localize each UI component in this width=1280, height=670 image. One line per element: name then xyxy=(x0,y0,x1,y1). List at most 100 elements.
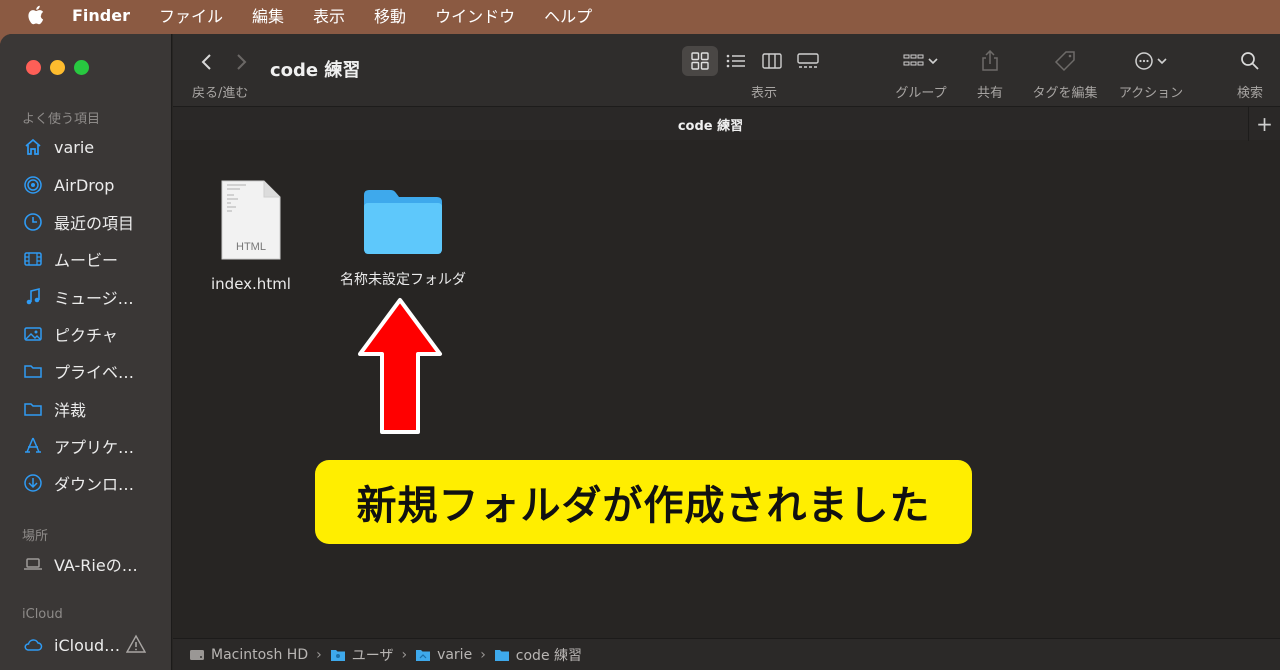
forward-button[interactable] xyxy=(229,50,253,74)
menu-window[interactable]: ウインドウ xyxy=(435,3,515,27)
download-icon xyxy=(22,472,44,494)
list-view-button[interactable] xyxy=(718,46,754,76)
file-item[interactable]: HTML index.html xyxy=(211,179,291,293)
sidebar-item-label: AirDrop xyxy=(54,175,115,195)
search-button[interactable] xyxy=(1239,46,1261,76)
share-label: 共有 xyxy=(976,86,1003,101)
path-label: Macintosh HD xyxy=(211,646,309,663)
search-label: 検索 xyxy=(1236,86,1263,101)
sidebar-item-label: アプリケ… xyxy=(54,438,135,457)
sidebar-item-private[interactable]: プライベ… xyxy=(22,356,162,386)
sidebar-item-music[interactable]: ミュージ… xyxy=(22,282,162,312)
apps-icon xyxy=(22,435,44,457)
sidebar-item-label: プライベ… xyxy=(54,363,135,382)
sidebar-item-varie[interactable]: varie xyxy=(22,132,162,162)
html-file-icon: HTML xyxy=(221,180,281,260)
sidebar-item-pictures[interactable]: ピクチャ xyxy=(22,319,162,349)
action-button[interactable] xyxy=(1132,46,1172,76)
column-view-button[interactable] xyxy=(754,46,790,76)
toolbar: 戻る/進む code 練習 表示 グループ 共有 タグを編集 アクション 検索 … xyxy=(173,34,1280,141)
share-button[interactable] xyxy=(979,46,1001,76)
menu-app-name[interactable]: Finder xyxy=(72,6,130,25)
sidebar-item-movies[interactable]: ムービー xyxy=(22,244,162,274)
path-item[interactable]: code 練習 xyxy=(494,645,582,665)
tag-button[interactable] xyxy=(1053,46,1077,76)
tab-current[interactable]: code 練習 xyxy=(173,115,1248,134)
apple-icon[interactable] xyxy=(26,4,48,26)
photo-icon xyxy=(22,323,44,345)
annotation-arrow-icon xyxy=(358,298,442,434)
sidebar-item-applications[interactable]: アプリケ… xyxy=(22,431,162,461)
folder-icon xyxy=(494,649,509,661)
new-tab-button[interactable]: + xyxy=(1248,107,1280,141)
path-separator: › xyxy=(401,646,408,663)
tag-label: タグを編集 xyxy=(1032,86,1098,101)
film-icon xyxy=(22,248,44,270)
sidebar-item-airdrop[interactable]: AirDrop xyxy=(22,170,162,200)
share-icon xyxy=(982,50,998,71)
path-item[interactable]: ユーザ xyxy=(330,645,394,665)
sidebar-item-label: iCloud… xyxy=(54,635,121,655)
back-button[interactable] xyxy=(195,50,219,74)
icon-view-button[interactable] xyxy=(682,46,718,76)
sidebar-item-label: 洋裁 xyxy=(54,401,87,420)
sidebar-section-icloud: iCloud xyxy=(22,607,63,622)
path-label: ユーザ xyxy=(351,647,394,664)
path-label: code 練習 xyxy=(515,647,583,664)
home-folder-icon xyxy=(416,649,431,661)
gallery-view-button[interactable] xyxy=(790,46,826,76)
sidebar: よく使う項目 varie AirDrop 最近の項目 ムービー ミュージ… ピク… xyxy=(0,34,172,670)
menu-bar: Finder ファイル 編集 表示 移動 ウインドウ ヘルプ xyxy=(0,0,1280,30)
menu-edit[interactable]: 編集 xyxy=(252,3,284,27)
folder-item[interactable]: 名称未設定フォルダ xyxy=(323,187,483,289)
home-icon xyxy=(22,136,44,158)
tab-bar: code 練習 + xyxy=(173,106,1280,141)
window-controls xyxy=(26,60,89,75)
folder-icon xyxy=(22,360,44,382)
airdrop-icon xyxy=(22,174,44,196)
path-item[interactable]: Macintosh HD xyxy=(189,647,308,663)
zoom-button[interactable] xyxy=(74,60,89,75)
clock-icon xyxy=(22,211,44,233)
view-label: 表示 xyxy=(750,86,777,101)
view-switcher xyxy=(682,46,828,76)
menu-view[interactable]: 表示 xyxy=(313,3,345,27)
path-label: varie xyxy=(437,646,473,663)
path-item[interactable]: varie xyxy=(415,647,472,663)
sidebar-section-locations: 場所 xyxy=(22,529,49,544)
grid-icon xyxy=(691,52,709,70)
search-icon xyxy=(1241,52,1259,70)
path-separator: › xyxy=(480,646,486,663)
sidebar-item-label: 最近の項目 xyxy=(54,214,135,233)
menu-file[interactable]: ファイル xyxy=(159,3,223,27)
sidebar-item-downloads[interactable]: ダウンロ… xyxy=(22,468,162,498)
columns-icon xyxy=(762,53,782,69)
cloud-icon xyxy=(22,634,44,656)
laptop-icon xyxy=(22,553,44,575)
sidebar-item-macbook[interactable]: VA-Rieの… xyxy=(22,549,162,579)
window-title: code 練習 xyxy=(270,60,361,81)
sidebar-item-label: ピクチャ xyxy=(54,326,118,345)
sidebar-item-recents[interactable]: 最近の項目 xyxy=(22,207,162,237)
folder-icon xyxy=(22,398,44,420)
finder-window: よく使う項目 varie AirDrop 最近の項目 ムービー ミュージ… ピク… xyxy=(0,34,1280,670)
sidebar-item-sewing[interactable]: 洋裁 xyxy=(22,394,162,424)
tag-icon xyxy=(1054,51,1075,72)
close-button[interactable] xyxy=(26,60,41,75)
path-bar: Macintosh HD › ユーザ › varie › code 練習 xyxy=(173,638,1280,670)
html-file-badge: HTML xyxy=(236,241,266,253)
menu-help[interactable]: ヘルプ xyxy=(544,3,592,27)
ellipsis-circle-icon xyxy=(1135,52,1167,70)
minimize-button[interactable] xyxy=(50,60,65,75)
menu-go[interactable]: 移動 xyxy=(374,3,406,27)
gallery-icon xyxy=(797,53,819,68)
file-name: index.html xyxy=(211,275,291,293)
group-icon xyxy=(903,54,938,66)
group-button[interactable] xyxy=(899,46,943,76)
users-folder-icon xyxy=(330,649,345,661)
warning-icon[interactable] xyxy=(125,634,147,654)
sidebar-item-label: ミュージ… xyxy=(54,289,134,308)
sidebar-item-label: ダウンロ… xyxy=(54,475,135,494)
back-forward-label: 戻る/進む xyxy=(192,86,249,101)
file-browser: HTML index.html 名称未設定フォルダ xyxy=(173,141,1280,638)
